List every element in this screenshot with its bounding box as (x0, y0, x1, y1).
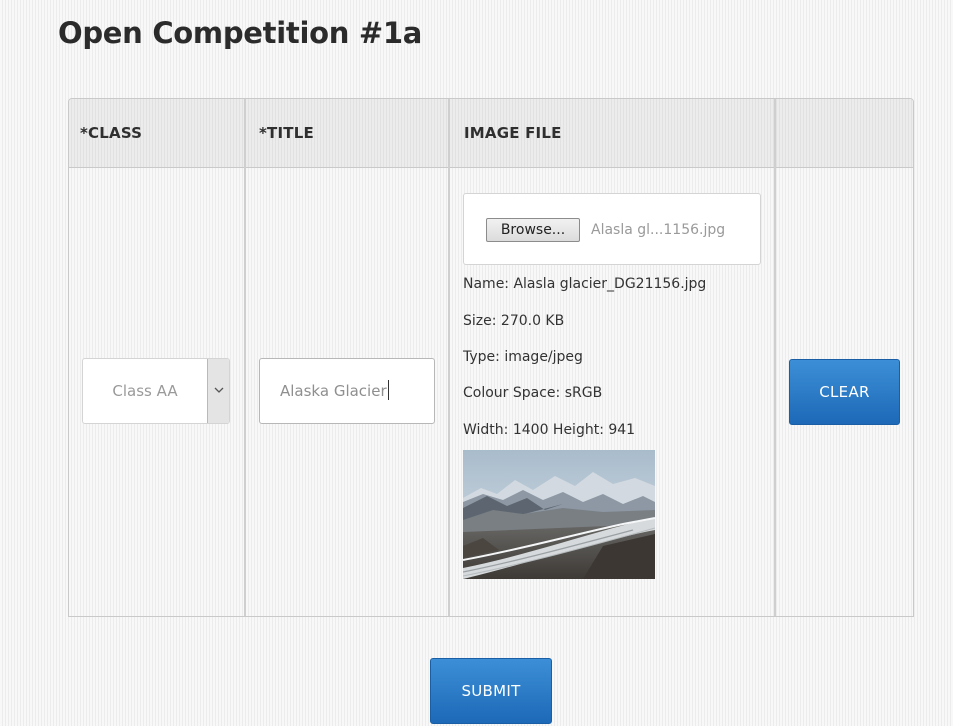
submit-button[interactable]: SUBMIT (430, 658, 552, 724)
chevron-down-icon (214, 387, 224, 393)
clear-button[interactable]: CLEAR (789, 359, 900, 425)
entry-table: *CLASS *TITLE IMAGE FILE Class AA Alaska… (68, 98, 914, 617)
file-info-name: Name: Alasla glacier_DG21156.jpg (463, 276, 707, 292)
table-header-row: *CLASS *TITLE IMAGE FILE (69, 99, 913, 168)
page-title: Open Competition #1a (58, 16, 422, 50)
column-header-class: *CLASS (80, 124, 143, 142)
class-select[interactable]: Class AA (82, 358, 230, 424)
browse-button[interactable]: Browse... (486, 218, 580, 242)
image-thumbnail (463, 450, 655, 579)
file-info-size: Size: 270.0 KB (463, 313, 565, 329)
column-header-image-file: IMAGE FILE (464, 124, 562, 142)
class-select-value: Class AA (112, 382, 178, 400)
column-divider (244, 99, 246, 616)
chosen-file-name: Alasla gl...1156.jpg (591, 222, 726, 238)
file-picker[interactable]: Browse... Alasla gl...1156.jpg (463, 193, 761, 265)
column-divider (448, 99, 450, 616)
file-info-colour-space: Colour Space: sRGB (463, 385, 603, 401)
text-caret (387, 380, 389, 400)
title-input[interactable]: Alaska Glacier (259, 358, 435, 424)
column-header-title: *TITLE (259, 124, 314, 142)
column-divider (774, 99, 776, 616)
file-info-type: Type: image/jpeg (463, 349, 583, 365)
class-select-toggle[interactable] (207, 359, 229, 423)
title-input-value: Alaska Glacier (280, 382, 387, 400)
glacier-image (463, 450, 655, 579)
file-info-dimensions: Width: 1400 Height: 941 (463, 422, 636, 438)
